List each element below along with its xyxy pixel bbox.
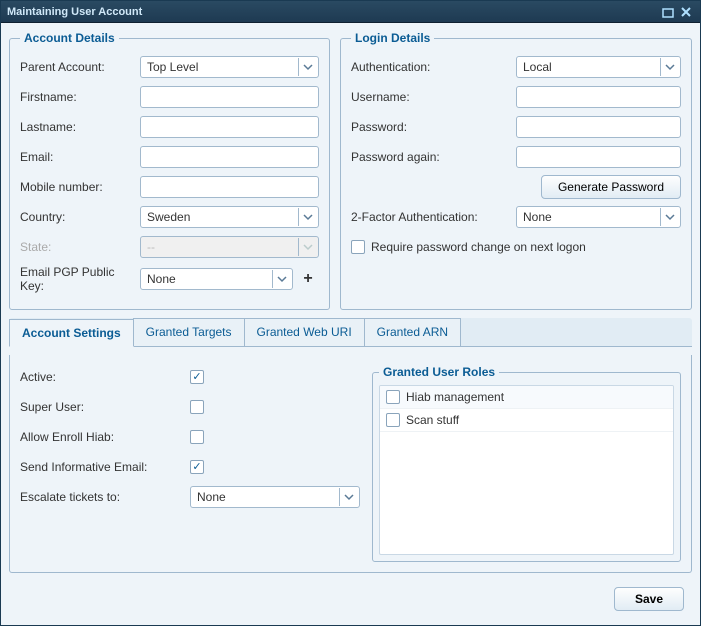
window-root: Maintaining User Account Account Details… bbox=[0, 0, 701, 626]
roles-list: Hiab management Scan stuff bbox=[379, 385, 674, 555]
label-username: Username: bbox=[351, 90, 516, 104]
input-firstname[interactable] bbox=[140, 86, 319, 108]
maximize-icon[interactable] bbox=[660, 4, 676, 20]
chevron-down-icon bbox=[660, 58, 678, 76]
select-state-value: -- bbox=[145, 240, 298, 254]
checkbox-role-hiab-management[interactable] bbox=[386, 390, 400, 404]
label-auth: Authentication: bbox=[351, 60, 516, 74]
content-area: Account Details Parent Account: Top Leve… bbox=[1, 23, 700, 625]
select-2fa-value: None bbox=[521, 210, 660, 224]
select-parent-account-value: Top Level bbox=[145, 60, 298, 74]
select-pgp[interactable]: None bbox=[140, 268, 293, 290]
select-country[interactable]: Sweden bbox=[140, 206, 319, 228]
checkbox-require-password-change[interactable] bbox=[351, 240, 365, 254]
role-label: Hiab management bbox=[406, 390, 667, 404]
generate-password-button[interactable]: Generate Password bbox=[541, 175, 681, 199]
select-escalate-value: None bbox=[195, 490, 339, 504]
input-lastname[interactable] bbox=[140, 116, 319, 138]
select-auth[interactable]: Local bbox=[516, 56, 681, 78]
input-mobile[interactable] bbox=[140, 176, 319, 198]
label-firstname: Firstname: bbox=[20, 90, 140, 104]
checkbox-role-scan-stuff[interactable] bbox=[386, 413, 400, 427]
checkbox-allow-enroll-hiab[interactable] bbox=[190, 430, 204, 444]
label-pgp: Email PGP Public Key: bbox=[20, 265, 140, 293]
select-parent-account[interactable]: Top Level bbox=[140, 56, 319, 78]
label-2fa: 2-Factor Authentication: bbox=[351, 210, 516, 224]
select-auth-value: Local bbox=[521, 60, 660, 74]
label-state: State: bbox=[20, 240, 140, 254]
role-item[interactable]: Scan stuff bbox=[380, 409, 673, 432]
checkbox-active[interactable] bbox=[190, 370, 204, 384]
add-pgp-button[interactable]: + bbox=[297, 268, 319, 290]
select-escalate[interactable]: None bbox=[190, 486, 360, 508]
tab-granted-web-uri[interactable]: Granted Web URI bbox=[244, 318, 365, 346]
label-lastname: Lastname: bbox=[20, 120, 140, 134]
label-email: Email: bbox=[20, 150, 140, 164]
label-escalate: Escalate tickets to: bbox=[20, 490, 190, 504]
label-allow-enroll-hiab: Allow Enroll Hiab: bbox=[20, 430, 190, 444]
legend-granted-user-roles: Granted User Roles bbox=[379, 365, 499, 379]
select-country-value: Sweden bbox=[145, 210, 298, 224]
tab-granted-targets[interactable]: Granted Targets bbox=[133, 318, 245, 346]
label-password-again: Password again: bbox=[351, 150, 516, 164]
save-button[interactable]: Save bbox=[614, 587, 684, 611]
chevron-down-icon bbox=[272, 270, 290, 288]
top-row: Account Details Parent Account: Top Leve… bbox=[9, 31, 692, 310]
tab-account-settings[interactable]: Account Settings bbox=[9, 319, 134, 347]
footer: Save bbox=[9, 581, 692, 617]
close-icon[interactable] bbox=[678, 4, 694, 20]
legend-login-details: Login Details bbox=[351, 31, 434, 45]
label-parent-account: Parent Account: bbox=[20, 60, 140, 74]
select-state: -- bbox=[140, 236, 319, 258]
titlebar: Maintaining User Account bbox=[1, 1, 700, 23]
legend-account-details: Account Details bbox=[20, 31, 119, 45]
chevron-down-icon bbox=[660, 208, 678, 226]
roles-column: Granted User Roles Hiab management Scan … bbox=[372, 365, 681, 562]
input-password[interactable] bbox=[516, 116, 681, 138]
input-email[interactable] bbox=[140, 146, 319, 168]
chevron-down-icon bbox=[298, 58, 316, 76]
label-active: Active: bbox=[20, 370, 190, 384]
input-password-again[interactable] bbox=[516, 146, 681, 168]
checkbox-super-user[interactable] bbox=[190, 400, 204, 414]
label-require-password-change: Require password change on next logon bbox=[371, 240, 586, 254]
window-title: Maintaining User Account bbox=[7, 6, 658, 18]
tab-granted-arn[interactable]: Granted ARN bbox=[364, 318, 461, 346]
label-password: Password: bbox=[351, 120, 516, 134]
select-2fa[interactable]: None bbox=[516, 206, 681, 228]
fieldset-granted-user-roles: Granted User Roles Hiab management Scan … bbox=[372, 365, 681, 562]
label-super-user: Super User: bbox=[20, 400, 190, 414]
role-item[interactable]: Hiab management bbox=[380, 386, 673, 409]
select-pgp-value: None bbox=[145, 272, 272, 286]
input-username[interactable] bbox=[516, 86, 681, 108]
fieldset-account-details: Account Details Parent Account: Top Leve… bbox=[9, 31, 330, 310]
chevron-down-icon bbox=[339, 488, 357, 506]
role-label: Scan stuff bbox=[406, 413, 667, 427]
tabstrip: Account Settings Granted Targets Granted… bbox=[9, 318, 692, 347]
tab-body-account-settings: Active: Super User: Allow Enroll Hiab: S… bbox=[9, 355, 692, 573]
label-country: Country: bbox=[20, 210, 140, 224]
chevron-down-icon bbox=[298, 238, 316, 256]
fieldset-login-details: Login Details Authentication: Local User… bbox=[340, 31, 692, 310]
settings-column: Active: Super User: Allow Enroll Hiab: S… bbox=[20, 365, 360, 562]
checkbox-send-informative-email[interactable] bbox=[190, 460, 204, 474]
chevron-down-icon bbox=[298, 208, 316, 226]
label-send-informative-email: Send Informative Email: bbox=[20, 460, 190, 474]
label-mobile: Mobile number: bbox=[20, 180, 140, 194]
